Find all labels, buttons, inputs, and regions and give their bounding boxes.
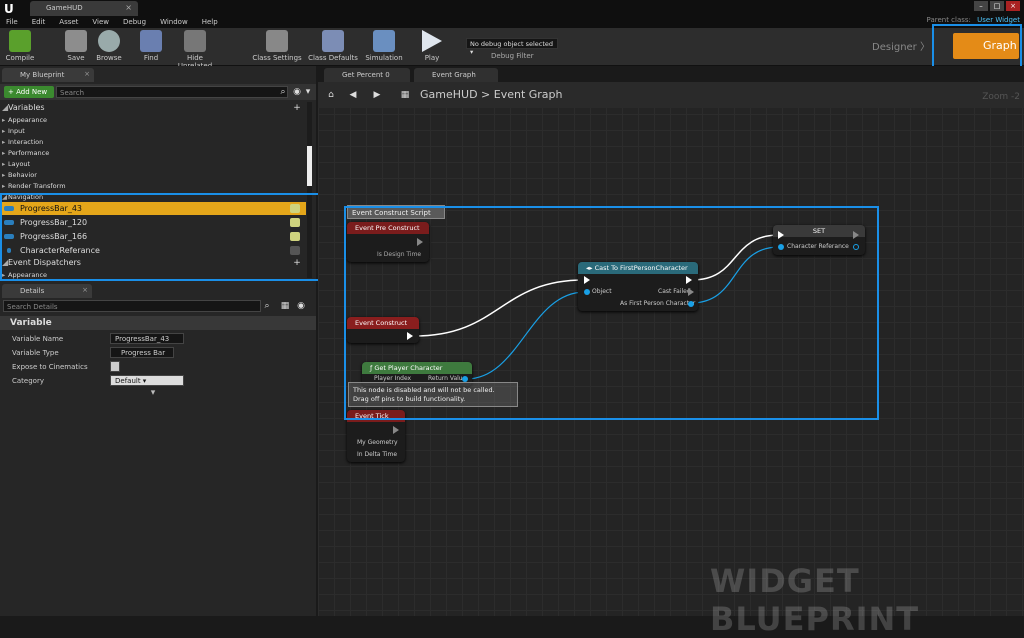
pin-label: In Delta Time [357, 451, 398, 458]
object-pin[interactable] [584, 289, 590, 295]
pin-label: Object [592, 288, 612, 295]
node-header: SET [773, 225, 865, 237]
node-header: Event Construct [347, 317, 419, 329]
comment-label: Event Construct Script [352, 209, 431, 217]
object-wire [690, 246, 780, 304]
node-title: Event Tick [355, 412, 389, 420]
exec-pin[interactable] [393, 426, 399, 434]
cast-failed-pin[interactable] [688, 288, 694, 296]
node-title: Event Construct [355, 319, 408, 327]
comment-title[interactable]: Event Construct Script [347, 205, 445, 219]
exec-out-pin[interactable] [853, 231, 859, 239]
exec-in-pin[interactable] [778, 231, 784, 239]
node-set-character-referance[interactable]: SET Character Referance [773, 225, 865, 255]
object-wire [465, 291, 586, 380]
node-header: ƒ Get Player Character [362, 362, 472, 374]
exec-in-pin[interactable] [584, 276, 590, 284]
node-event-tick[interactable]: Event Tick My Geometry In Delta Time [347, 410, 405, 462]
pin-label: Return Value [428, 375, 467, 382]
graph-wires [413, 234, 780, 380]
node-event-pre-construct[interactable]: Event Pre Construct Is Design Time [347, 222, 429, 262]
pin-label: As First Person Character [620, 300, 696, 307]
node-title: Get Player Character [374, 364, 443, 372]
node-header: Event Tick [347, 410, 405, 422]
node-title: Cast To FirstPersonCharacter [594, 264, 688, 272]
pin-label: Player Index [374, 375, 412, 382]
node-cast-to-fpc[interactable]: ◂▸ Cast To FirstPersonCharacter Object C… [578, 262, 698, 311]
pin-label: My Geometry [357, 439, 398, 446]
exec-wire [413, 279, 585, 337]
node-title: SET [812, 227, 826, 235]
pin-label: Is Design Time [377, 251, 422, 258]
exec-pin[interactable] [407, 332, 413, 340]
widget-blueprint-watermark: WIDGET BLUEPRINT [710, 562, 920, 638]
pin-label: Cast Failed [658, 288, 691, 295]
character-referance-pin[interactable] [778, 244, 784, 250]
exec-out-pin[interactable] [686, 276, 692, 284]
node-event-construct[interactable]: Event Construct [347, 317, 419, 343]
node-header: ◂▸ Cast To FirstPersonCharacter [578, 262, 698, 274]
node-title: Event Pre Construct [355, 224, 420, 232]
as-fpc-pin[interactable] [688, 301, 694, 307]
node-header: Event Pre Construct [347, 222, 429, 234]
pin-label: Character Referance [787, 243, 849, 250]
exec-pin[interactable] [417, 238, 423, 246]
character-referance-out-pin[interactable] [853, 244, 859, 250]
disabled-node-note: This node is disabled and will not be ca… [348, 382, 518, 407]
